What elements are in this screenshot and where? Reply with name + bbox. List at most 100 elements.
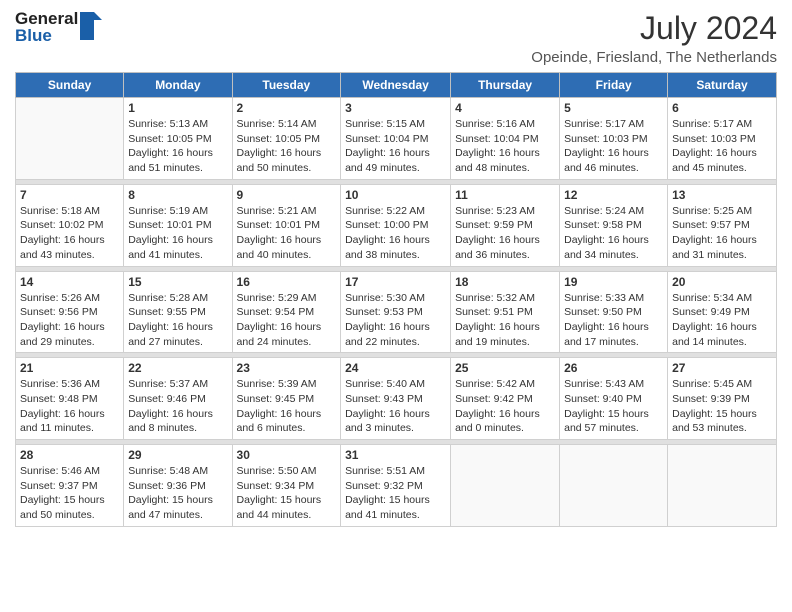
day-number: 1	[128, 101, 227, 115]
calendar-cell: 7 Sunrise: 5:18 AMSunset: 10:02 PMDayligh…	[16, 184, 124, 266]
col-tuesday: Tuesday	[232, 73, 341, 98]
day-info: Sunrise: 5:48 AMSunset: 9:36 PMDaylight:…	[128, 464, 227, 523]
month-year-title: July 2024	[531, 10, 777, 47]
day-number: 21	[20, 361, 119, 375]
day-info: Sunrise: 5:50 AMSunset: 9:34 PMDaylight:…	[237, 464, 337, 523]
day-number: 18	[455, 275, 555, 289]
col-monday: Monday	[124, 73, 232, 98]
day-number: 26	[564, 361, 663, 375]
calendar-cell: 11Sunrise: 5:23 AMSunset: 9:59 PMDayligh…	[451, 184, 560, 266]
day-number: 14	[20, 275, 119, 289]
calendar-cell: 24 Sunrise: 5:40 AMSunset: 9:43 PMDayligh…	[341, 358, 451, 440]
day-number: 20	[672, 275, 772, 289]
day-number: 19	[564, 275, 663, 289]
calendar-header-row: Sunday Monday Tuesday Wednesday Thursday…	[16, 73, 777, 98]
day-info: Sunrise: 5:42 AMSunset: 9:42 PMDaylight:…	[455, 377, 555, 436]
calendar-cell: 13 Sunrise: 5:25 AMSunset: 9:57 PMDayligh…	[668, 184, 777, 266]
day-info: Sunrise: 5:16 AMSunset: 10:04 PMDaylight…	[455, 117, 555, 176]
day-number: 10	[345, 188, 446, 202]
calendar-cell: 18 Sunrise: 5:32 AMSunset: 9:51 PMDayligh…	[451, 271, 560, 353]
day-number: 13	[672, 188, 772, 202]
calendar-cell: 8Sunrise: 5:19 AMSunset: 10:01 PMDayligh…	[124, 184, 232, 266]
day-info: Sunrise: 5:40 AMSunset: 9:43 PMDaylight:…	[345, 377, 446, 436]
page-header: General Blue July 2024 Opeinde, Frieslan…	[15, 10, 777, 66]
day-number: 24	[345, 361, 446, 375]
day-info: Sunrise: 5:39 AMSunset: 9:45 PMDaylight:…	[237, 377, 337, 436]
day-info: Sunrise: 5:13 AMSunset: 10:05 PMDaylight…	[128, 117, 227, 176]
day-number: 4	[455, 101, 555, 115]
day-number: 15	[128, 275, 227, 289]
calendar-cell: 15Sunrise: 5:28 AMSunset: 9:55 PMDayligh…	[124, 271, 232, 353]
day-number: 23	[237, 361, 337, 375]
calendar-table: Sunday Monday Tuesday Wednesday Thursday…	[15, 72, 777, 527]
calendar-cell: 29 Sunrise: 5:48 AMSunset: 9:36 PMDayligh…	[124, 445, 232, 527]
calendar-cell: 25Sunrise: 5:42 AMSunset: 9:42 PMDayligh…	[451, 358, 560, 440]
day-info: Sunrise: 5:34 AMSunset: 9:49 PMDaylight:…	[672, 291, 772, 350]
calendar-cell: 28 Sunrise: 5:46 AMSunset: 9:37 PMDayligh…	[16, 445, 124, 527]
calendar-cell: 23 Sunrise: 5:39 AMSunset: 9:45 PMDayligh…	[232, 358, 341, 440]
day-number: 27	[672, 361, 772, 375]
calendar-cell	[451, 445, 560, 527]
col-friday: Friday	[560, 73, 668, 98]
day-info: Sunrise: 5:32 AMSunset: 9:51 PMDaylight:…	[455, 291, 555, 350]
calendar-cell: 1 Sunrise: 5:13 AMSunset: 10:05 PMDayligh…	[124, 98, 232, 180]
day-number: 28	[20, 448, 119, 462]
calendar-cell: 16 Sunrise: 5:29 AMSunset: 9:54 PMDayligh…	[232, 271, 341, 353]
day-number: 3	[345, 101, 446, 115]
calendar-cell: 21Sunrise: 5:36 AMSunset: 9:48 PMDayligh…	[16, 358, 124, 440]
logo-general: General	[15, 10, 78, 27]
col-saturday: Saturday	[668, 73, 777, 98]
logo-text: General Blue	[15, 10, 78, 44]
day-info: Sunrise: 5:22 AMSunset: 10:00 PMDaylight…	[345, 204, 446, 263]
calendar-cell: 4 Sunrise: 5:16 AMSunset: 10:04 PMDayligh…	[451, 98, 560, 180]
col-sunday: Sunday	[16, 73, 124, 98]
day-info: Sunrise: 5:43 AMSunset: 9:40 PMDaylight:…	[564, 377, 663, 436]
calendar-cell: 26 Sunrise: 5:43 AMSunset: 9:40 PMDayligh…	[560, 358, 668, 440]
logo-arrow-icon	[80, 12, 102, 40]
logo-blue: Blue	[15, 27, 78, 44]
col-thursday: Thursday	[451, 73, 560, 98]
day-number: 7	[20, 188, 119, 202]
day-number: 5	[564, 101, 663, 115]
calendar-cell: 14Sunrise: 5:26 AMSunset: 9:56 PMDayligh…	[16, 271, 124, 353]
day-number: 16	[237, 275, 337, 289]
calendar-cell	[668, 445, 777, 527]
day-info: Sunrise: 5:46 AMSunset: 9:37 PMDaylight:…	[20, 464, 119, 523]
day-number: 2	[237, 101, 337, 115]
day-info: Sunrise: 5:15 AMSunset: 10:04 PMDaylight…	[345, 117, 446, 176]
logo: General Blue	[15, 10, 102, 44]
calendar-cell: 20 Sunrise: 5:34 AMSunset: 9:49 PMDayligh…	[668, 271, 777, 353]
day-info: Sunrise: 5:17 AMSunset: 10:03 PMDaylight…	[564, 117, 663, 176]
location-subtitle: Opeinde, Friesland, The Netherlands	[531, 49, 777, 66]
calendar-cell: 6Sunrise: 5:17 AMSunset: 10:03 PMDayligh…	[668, 98, 777, 180]
calendar-cell: 31Sunrise: 5:51 AMSunset: 9:32 PMDayligh…	[341, 445, 451, 527]
day-number: 29	[128, 448, 227, 462]
table-row: 14Sunrise: 5:26 AMSunset: 9:56 PMDayligh…	[16, 271, 777, 353]
day-info: Sunrise: 5:51 AMSunset: 9:32 PMDaylight:…	[345, 464, 446, 523]
day-info: Sunrise: 5:14 AMSunset: 10:05 PMDaylight…	[237, 117, 337, 176]
table-row: 1 Sunrise: 5:13 AMSunset: 10:05 PMDayligh…	[16, 98, 777, 180]
col-wednesday: Wednesday	[341, 73, 451, 98]
day-number: 22	[128, 361, 227, 375]
table-row: 28 Sunrise: 5:46 AMSunset: 9:37 PMDayligh…	[16, 445, 777, 527]
table-row: 7 Sunrise: 5:18 AMSunset: 10:02 PMDayligh…	[16, 184, 777, 266]
calendar-cell: 30 Sunrise: 5:50 AMSunset: 9:34 PMDayligh…	[232, 445, 341, 527]
calendar-cell: 10 Sunrise: 5:22 AMSunset: 10:00 PMDaylig…	[341, 184, 451, 266]
day-info: Sunrise: 5:17 AMSunset: 10:03 PMDaylight…	[672, 117, 772, 176]
day-info: Sunrise: 5:45 AMSunset: 9:39 PMDaylight:…	[672, 377, 772, 436]
day-number: 17	[345, 275, 446, 289]
day-info: Sunrise: 5:29 AMSunset: 9:54 PMDaylight:…	[237, 291, 337, 350]
calendar-cell: 27 Sunrise: 5:45 AMSunset: 9:39 PMDayligh…	[668, 358, 777, 440]
day-info: Sunrise: 5:21 AMSunset: 10:01 PMDaylight…	[237, 204, 337, 263]
day-info: Sunrise: 5:18 AMSunset: 10:02 PMDaylight…	[20, 204, 119, 263]
calendar-cell: 17Sunrise: 5:30 AMSunset: 9:53 PMDayligh…	[341, 271, 451, 353]
day-number: 30	[237, 448, 337, 462]
calendar-cell: 19Sunrise: 5:33 AMSunset: 9:50 PMDayligh…	[560, 271, 668, 353]
day-info: Sunrise: 5:19 AMSunset: 10:01 PMDaylight…	[128, 204, 227, 263]
calendar-cell: 22Sunrise: 5:37 AMSunset: 9:46 PMDayligh…	[124, 358, 232, 440]
calendar-cell: 5 Sunrise: 5:17 AMSunset: 10:03 PMDayligh…	[560, 98, 668, 180]
calendar-cell	[560, 445, 668, 527]
calendar-cell: 9 Sunrise: 5:21 AMSunset: 10:01 PMDayligh…	[232, 184, 341, 266]
day-info: Sunrise: 5:25 AMSunset: 9:57 PMDaylight:…	[672, 204, 772, 263]
day-number: 9	[237, 188, 337, 202]
